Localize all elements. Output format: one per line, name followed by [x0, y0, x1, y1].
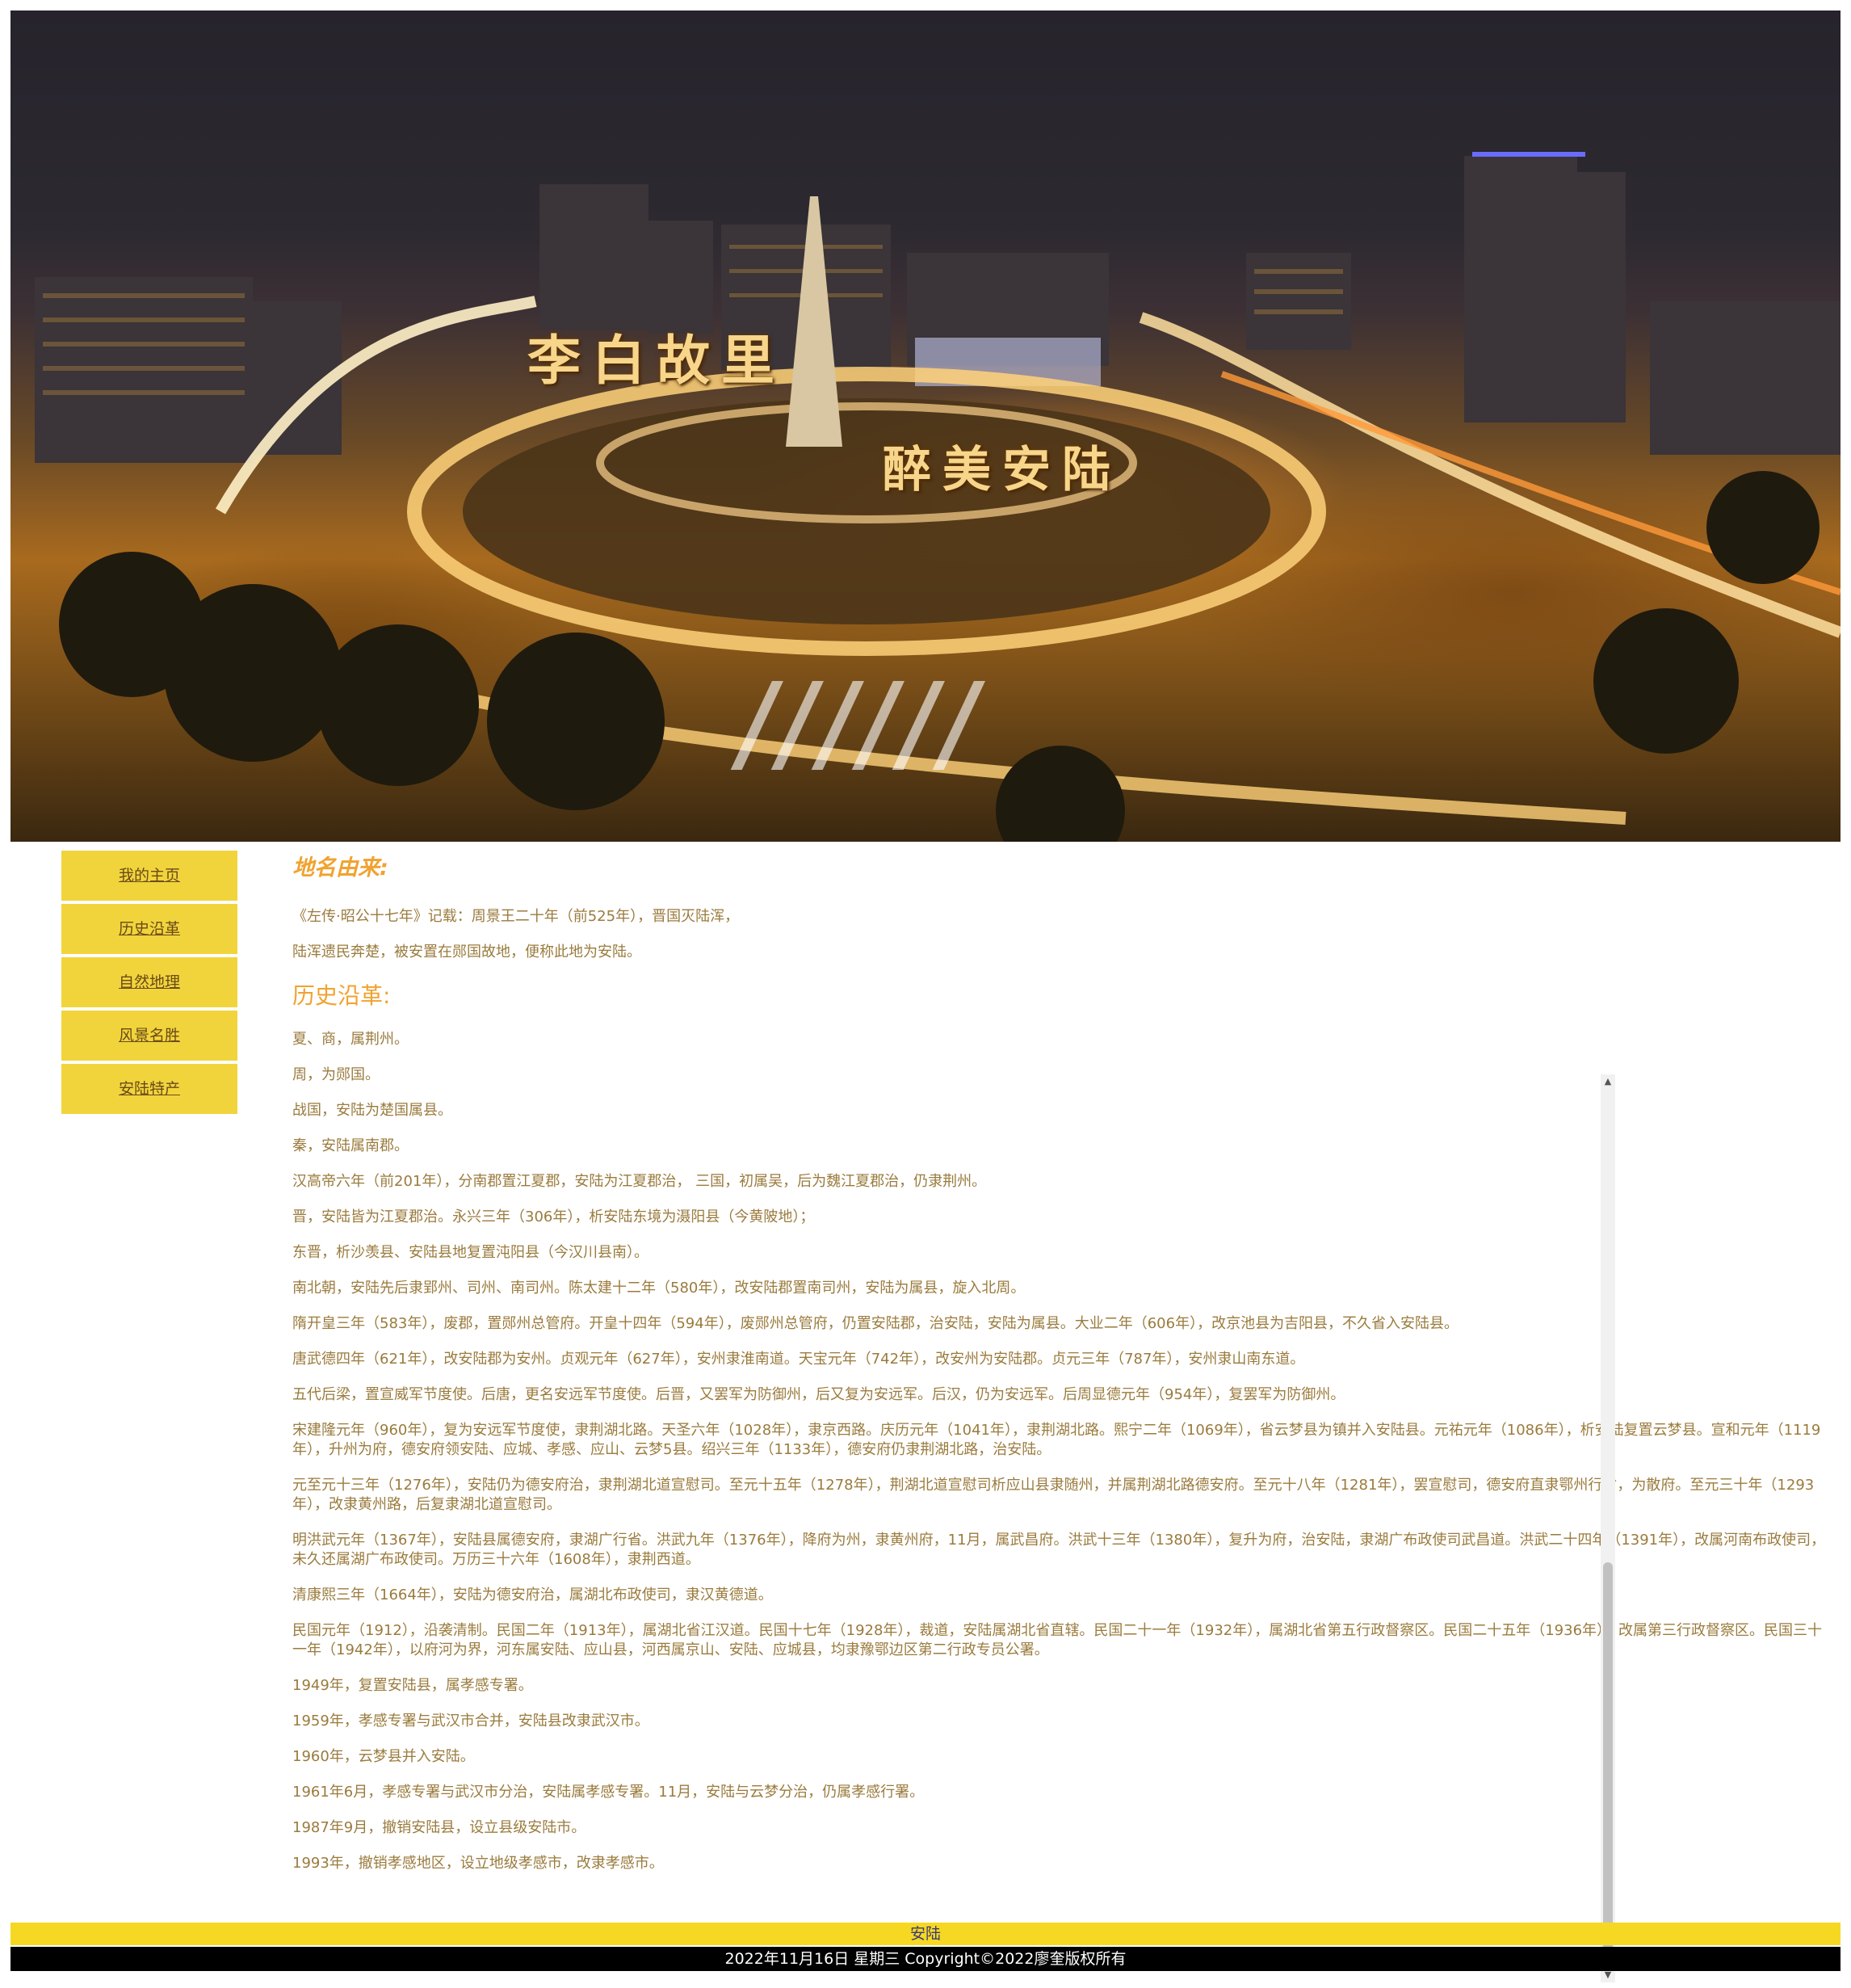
history-title: 历史沿革:	[292, 982, 391, 1009]
scrollbar-thumb[interactable]	[1603, 1562, 1613, 1958]
sidebar-item-history: 历史沿革	[61, 904, 237, 954]
nav-link-geography[interactable]: 自然地理	[119, 973, 180, 991]
city-night-illustration	[35, 152, 1841, 842]
sidebar-nav: 我的主页 历史沿革 自然地理 风景名胜 安陆特产	[61, 851, 237, 1117]
nav-link-scenery[interactable]: 风景名胜	[119, 1027, 180, 1044]
nav-link-specialties[interactable]: 安陆特产	[119, 1080, 180, 1098]
history-item: 夏、商，属荆州。	[292, 1031, 409, 1048]
origin-paragraph: 陆浑遗民奔楚，被安置在郧国故地，便称此地为安陆。	[292, 944, 641, 960]
banner-slogan-right: 醉美安陆	[883, 442, 1122, 498]
vertical-scrollbar[interactable]: ▲ ▼	[1601, 1074, 1615, 1982]
origin-paragraph: 《左传·昭公十七年》记载：周景王二十年（前525年），晋国灭陆浑，	[292, 908, 740, 925]
sidebar-item-specialties: 安陆特产	[61, 1064, 237, 1114]
sidebar-item-geography: 自然地理	[61, 957, 237, 1007]
banner-slogan-left: 李白故里	[527, 329, 786, 392]
nav-link-history[interactable]: 历史沿革	[119, 920, 180, 938]
scroll-up-arrow-icon[interactable]: ▲	[1601, 1074, 1615, 1089]
sidebar-item-home: 我的主页	[61, 851, 237, 901]
origin-title: 地名由来:	[292, 855, 388, 881]
sidebar-item-scenery: 风景名胜	[61, 1011, 237, 1061]
banner-image: 李白故里 醉美安陆	[10, 11, 1841, 842]
footer-site-name: 安陆	[10, 1923, 1841, 1945]
footer-copyright: 2022年11月16日 星期三 Copyright©2022廖奎版权所有	[10, 1947, 1841, 1971]
nav-link-home[interactable]: 我的主页	[119, 867, 180, 885]
